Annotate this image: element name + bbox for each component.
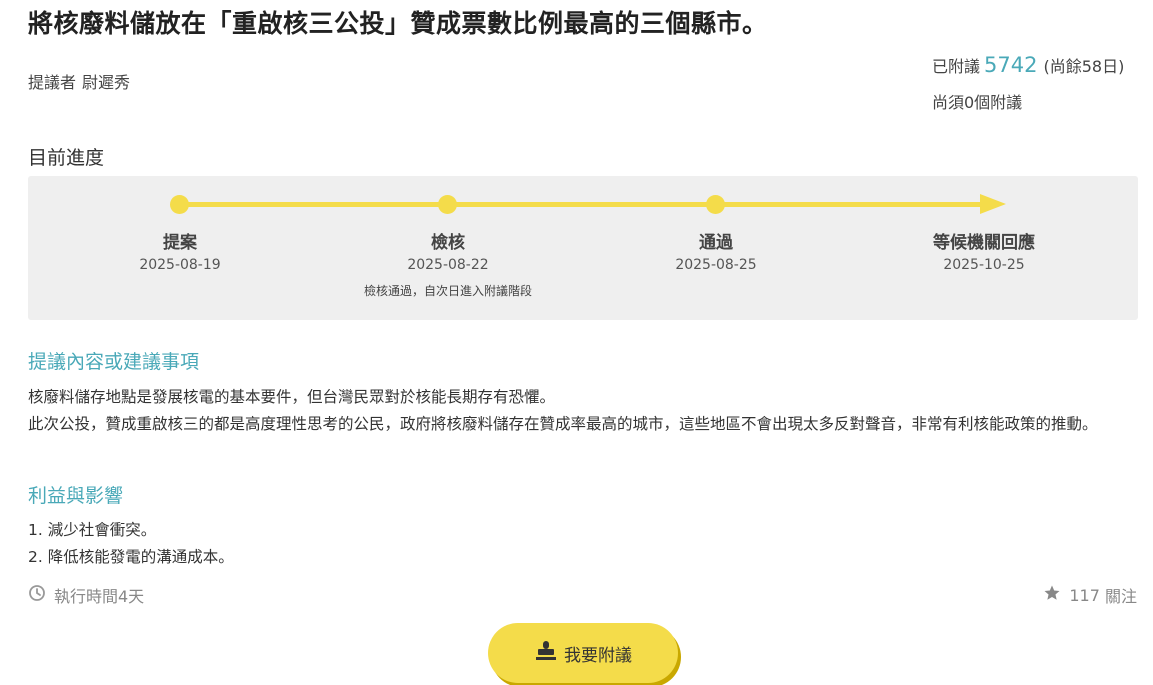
duration-text: 執行時間4天 xyxy=(54,587,145,606)
stage-date: 2025-10-25 xyxy=(943,257,1025,273)
stage-passed: 通過 2025-08-25 xyxy=(616,228,816,273)
proposer-label: 提議者 xyxy=(28,73,77,92)
stage-name: 等候機關回應 xyxy=(933,233,1035,253)
endorse-count: 5742 xyxy=(984,53,1038,77)
follow-label: 關注 xyxy=(1104,587,1137,606)
star-icon xyxy=(1043,584,1061,606)
proposer-name: 尉遲秀 xyxy=(82,73,131,92)
endorse-button[interactable]: 我要附議 xyxy=(488,623,678,683)
remaining-days: (尚餘58日) xyxy=(1043,57,1125,76)
endorse-button-label: 我要附議 xyxy=(564,645,632,666)
stage-date: 2025-08-22 xyxy=(407,257,489,273)
page-title: 將核廢料儲放在「重啟核三公投」贊成票數比例最高的三個縣市。 xyxy=(28,9,768,38)
follow-count: 117 xyxy=(1069,585,1100,605)
stage-date: 2025-08-25 xyxy=(675,257,757,273)
endorse-status: 已附議 5742 (尚餘58日) 尚須0個附議 xyxy=(932,53,1137,113)
stage-name: 提案 xyxy=(163,233,197,253)
stage-proposal: 提案 2025-08-19 xyxy=(80,228,280,273)
follow-button[interactable]: 117 關注 xyxy=(1043,583,1137,607)
benefits-content: 1. 減少社會衝突。 2. 降低核能發電的溝通成本。 xyxy=(28,517,1128,571)
endorse-needed: 尚須0個附議 xyxy=(932,93,1023,112)
progress-track xyxy=(180,202,986,207)
proposal-paragraph: 核廢料儲存地點是發展核電的基本要件，但台灣民眾對於核能長期存有恐懼。 xyxy=(28,388,556,406)
benefit-item: 2. 降低核能發電的溝通成本。 xyxy=(28,548,234,566)
proposal-content: 核廢料儲存地點是發展核電的基本要件，但台灣民眾對於核能長期存有恐懼。 此次公投，… xyxy=(28,384,1128,438)
stage-dot-proposal xyxy=(170,195,189,214)
duration-info: 執行時間4天 xyxy=(28,583,144,607)
stage-note: 檢核通過，自次日進入附議階段 xyxy=(363,284,532,298)
proposer-info: 提議者 尉遲秀 xyxy=(28,69,130,93)
stage-name: 通過 xyxy=(699,233,733,253)
progress-timeline: 提案 2025-08-19 檢核 2025-08-22 檢核通過，自次日進入附議… xyxy=(28,176,1138,320)
proposal-paragraph: 此次公投，贊成重啟核三的都是高度理性思考的公民，政府將核廢料儲存在贊成率最高的城… xyxy=(28,415,1098,433)
stage-review: 檢核 2025-08-22 檢核通過，自次日進入附議階段 xyxy=(348,228,548,299)
stage-date: 2025-08-19 xyxy=(139,257,221,273)
proposal-section-title: 提議內容或建議事項 xyxy=(28,351,200,373)
clock-icon xyxy=(28,584,46,606)
stage-awaiting-response: 等候機關回應 2025-10-25 xyxy=(884,228,1084,273)
stage-dot-passed xyxy=(706,195,725,214)
endorse-prefix: 已附議 xyxy=(932,57,981,76)
stamp-icon xyxy=(534,640,558,667)
stage-name: 檢核 xyxy=(431,233,465,253)
stage-dot-review xyxy=(438,195,457,214)
benefit-item: 1. 減少社會衝突。 xyxy=(28,521,157,539)
progress-arrow xyxy=(980,194,1006,214)
progress-heading: 目前進度 xyxy=(28,147,105,169)
benefits-section-title: 利益與影響 xyxy=(28,485,124,507)
